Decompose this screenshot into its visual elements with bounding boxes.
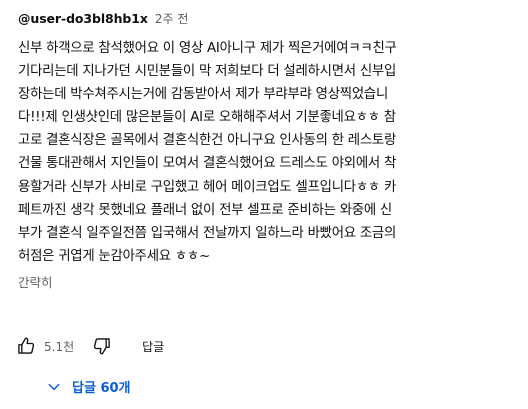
comment-actions: 5.1천 답글 [16,334,164,358]
comment-text-line: 장하는데 박수쳐주시는거에 감동받아서 제가 부랴부랴 영상찍었습니 [18,87,389,103]
comment-text-line: 신부 하객으로 참석했어요 이 영상 AI아니구 제가 찍은거에여ㅋㅋ친구 [18,41,397,56]
reply-button[interactable]: 답글 [142,338,164,355]
comment-text-line: 건물 통대관해서 지인들이 모여서 결혼식했어요 드레스도 야외에서 착 [18,156,397,172]
thumbs-up-icon [18,337,35,354]
comment-text-line: 페트까진 생각 못했네요 플래너 없이 전부 셀프로 준비하는 와중에 신 [18,202,392,218]
comment-text-line: 용할거라 신부가 사비로 구입했고 헤어 메이크업도 셀프입니다ㅎㅎ 카 [18,179,397,195]
comment-text-line: 기다리는데 지나가던 시민분들이 막 저희보다 더 설레하시면서 신부입 [18,64,397,80]
comment: @user-do3bl8hb1x 2주 전 신부 하객으로 참석했어요 이 영상… [18,10,518,292]
like-button[interactable] [16,336,36,356]
read-less-button[interactable]: 간략히 [18,272,518,292]
comment-text-line: 고로 결혼식장은 골목에서 결혼식한건 아니구요 인사동의 한 레스토랑 [18,133,397,149]
comment-text: 신부 하객으로 참석했어요 이 영상 AI아니구 제가 찍은거에여ㅋㅋ친구 기다… [18,37,518,268]
comment-timestamp[interactable]: 2주 전 [155,10,189,27]
replies-count-label: 답글 60개 [72,381,131,396]
like-count: 5.1천 [44,339,75,354]
comment-text-line: 부가 결혼식 일주일전쯤 입국해서 전날까지 일하느라 바빴어요 조금의 [18,225,397,241]
comment-text-line: 허점은 귀엽게 눈감아주세요 ㅎㅎ~ [18,248,210,264]
comment-text-line: 다!!!제 인생샷인데 많은분들이 AI로 오해해주셔서 기분좋네요ㅎㅎ 참 [18,110,396,126]
comment-header: @user-do3bl8hb1x 2주 전 [18,10,518,32]
chevron-down-icon [48,383,60,390]
comment-author[interactable]: @user-do3bl8hb1x [18,11,148,26]
thumbs-down-icon [93,338,110,355]
view-replies-button[interactable]: 답글 60개 [46,377,131,396]
dislike-button[interactable] [92,336,112,356]
